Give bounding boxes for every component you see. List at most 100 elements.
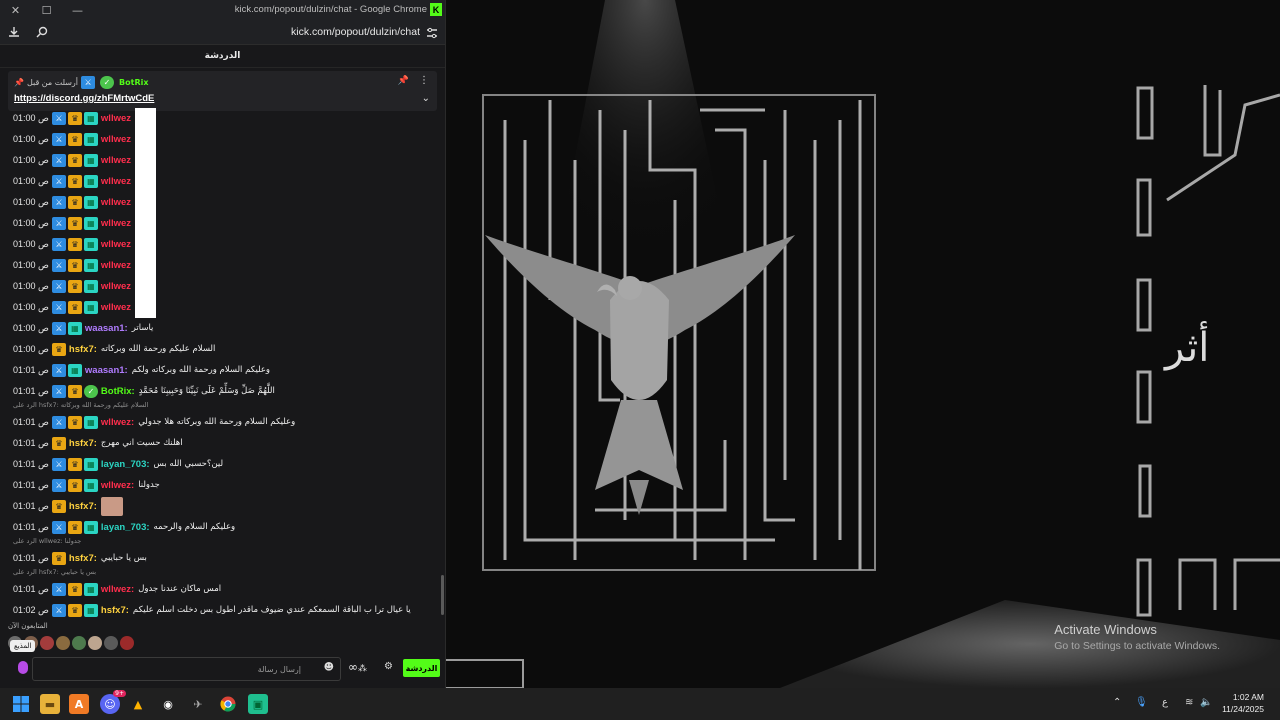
message-username[interactable]: wllwez:: [101, 584, 134, 595]
message-username[interactable]: wllwez: [101, 239, 131, 250]
volume-button[interactable]: 🔈: [1200, 697, 1212, 708]
chat-message[interactable]: 01:01 ص ⚔ ♛ ▦ wllwez: وعليكم السلام ورحمة الل…: [13, 412, 295, 432]
message-username[interactable]: waasan1:: [85, 365, 128, 376]
microphone-icon[interactable]: [18, 661, 28, 674]
maximize-window-button[interactable]: ☐: [31, 0, 62, 20]
message-username[interactable]: wllwez: [101, 218, 131, 229]
chat-message[interactable]: 01:00 ص ⚔ ♛ ▦ wllwez: [13, 276, 131, 296]
chat-message[interactable]: 01:01 ص ⚔ ▦ waasan1: وعليكم السلام ورحمة الل…: [13, 360, 270, 380]
reply-reference[interactable]: الرد على wllwez: جدولنا: [13, 537, 81, 547]
message-username[interactable]: hsfx7:: [69, 438, 97, 449]
kick-points-button[interactable]: ∞⁂: [348, 660, 367, 674]
unpin-button[interactable]: 📌: [398, 76, 409, 86]
message-username[interactable]: wllwez: [101, 302, 131, 313]
app-green-button[interactable]: ▣: [248, 694, 268, 714]
obs-button[interactable]: ◉: [158, 694, 178, 714]
subscriber-badge-icon: ▦: [83, 279, 98, 293]
chat-message-input[interactable]: [39, 661, 303, 677]
message-username[interactable]: hsfx7:: [69, 553, 97, 564]
chat-message[interactable]: 01:00 ص ⚔ ♛ ▦ wllwez: [13, 192, 131, 212]
minimize-window-button[interactable]: —: [62, 0, 93, 20]
send-chat-button[interactable]: الدردشة: [403, 659, 440, 677]
smiley-icon: ☻: [323, 662, 334, 673]
chat-message[interactable]: 01:01 ص ♛ hsfx7: بس يا حبايبي: [13, 548, 147, 568]
download-button[interactable]: [0, 20, 28, 44]
chat-message[interactable]: 01:00 ص ⚔ ♛ ▦ wllwez: [13, 213, 131, 233]
message-username[interactable]: wllwez: [101, 281, 131, 292]
message-username[interactable]: wllwez:: [101, 480, 134, 491]
chat-message[interactable]: 01:01 ص ⚔ ♛ ▦ layan_703: وعليكم السلام والرحم…: [13, 517, 235, 537]
chat-message[interactable]: 01:01 ص ⚔ ♛ ▦ wllwez: جدولنا: [13, 475, 160, 495]
chat-message[interactable]: 01:00 ص ⚔ ♛ ▦ wllwez: [13, 150, 131, 170]
message-username[interactable]: hsfx7:: [69, 501, 97, 512]
chat-message[interactable]: 01:01 ص ⚔ ♛ ✓ BotRix: اللَّهُمَّ صَلِّ وَسَلِ…: [13, 381, 275, 401]
chat-message[interactable]: 01:00 ص ⚔ ♛ ▦ wllwez: [13, 129, 131, 149]
chat-message[interactable]: 01:00 ص ⚔ ♛ ▦ wllwez: [13, 297, 131, 317]
search-page-button[interactable]: [28, 20, 56, 44]
chat-message[interactable]: 01:00 ص ⚔ ♛ ▦ wllwez: [13, 234, 131, 254]
chat-scrollbar[interactable]: [441, 575, 444, 615]
message-username[interactable]: wllwez: [101, 260, 131, 271]
message-username[interactable]: wllwez: [101, 113, 131, 124]
reply-reference[interactable]: الرد على hsfx7: بس يا حبايبي: [13, 568, 96, 578]
app-icon: ▣: [252, 697, 264, 711]
emoji-button[interactable]: ☻: [324, 662, 334, 673]
chrome-button[interactable]: [218, 694, 238, 714]
wifi-button[interactable]: ≋: [1185, 697, 1193, 708]
chat-message[interactable]: 01:02 ص ⚔ ♛ ▦ hsfx7: يا عيال ترا ب الباقة الس…: [13, 600, 411, 618]
chat-message[interactable]: 01:01 ص ⚔ ♛ ▦ wllwez: امس ماكان عندنا جدول: [13, 579, 221, 599]
system-clock[interactable]: 1:02 AM 11/24/2025: [1222, 692, 1264, 714]
avatar[interactable]: [40, 636, 54, 650]
site-settings-button[interactable]: [425, 25, 439, 44]
valorant-button[interactable]: ▲: [128, 694, 148, 714]
close-window-button[interactable]: ✕: [0, 0, 31, 20]
message-text: بس يا حبايبي: [100, 553, 147, 563]
pinned-author[interactable]: BotRix: [119, 78, 148, 87]
message-username[interactable]: waasan1:: [85, 323, 128, 334]
pinned-more-button[interactable]: ⋮: [419, 75, 429, 86]
message-username[interactable]: wllwez: [101, 197, 131, 208]
moderator-badge-icon: ⚔: [51, 520, 66, 534]
message-text: وعليكم السلام والرحمه: [153, 522, 236, 532]
message-username[interactable]: hsfx7:: [69, 344, 97, 355]
chat-settings-button[interactable]: ⚙: [384, 661, 393, 672]
app-a-button[interactable]: A: [69, 694, 89, 714]
chat-message[interactable]: 01:00 ص ⚔ ♛ ▦ wllwez: [13, 171, 131, 191]
message-username[interactable]: hsfx7:: [101, 605, 129, 616]
avatar[interactable]: [88, 636, 102, 650]
message-username[interactable]: wllwez: [101, 176, 131, 187]
chat-message[interactable]: 01:01 ص ♛ hsfx7:: [13, 496, 123, 516]
app-bird-button[interactable]: ✈: [188, 694, 208, 714]
avatar[interactable]: [104, 636, 118, 650]
mic-tray-button[interactable]: 🎙: [1135, 697, 1148, 708]
message-username[interactable]: wllwez:: [101, 417, 134, 428]
chat-message[interactable]: 01:01 ص ♛ hsfx7: اهلنك حسيت اني مهرج: [13, 433, 183, 453]
chat-message[interactable]: 01:00 ص ♛ hsfx7: السلام عليكم ورحمة الله وب…: [13, 339, 215, 359]
file-explorer-button[interactable]: ▬: [40, 694, 60, 714]
chat-message-list[interactable]: 01:00 ص ⚔ ♛ ▦ wllwez 01:00 ص ⚔ ♛ ▦ wllwez 01:00 ص ⚔…: [0, 108, 440, 618]
pinned-message[interactable]: 📌 أرسلت من قبل ⚔ ✓ BotRix https://discor…: [8, 71, 437, 111]
chat-message[interactable]: 01:00 ص ⚔ ▦ waasan1: ياساتر: [13, 318, 153, 338]
url-text[interactable]: kick.com/popout/dulzin/chat: [291, 26, 420, 38]
chat-message[interactable]: 01:00 ص ⚔ ♛ ▦ wllwez: [13, 108, 131, 128]
message-username[interactable]: layan_703:: [101, 522, 150, 533]
message-username[interactable]: BotRix:: [101, 386, 135, 397]
avatar[interactable]: [56, 636, 70, 650]
avatar[interactable]: [120, 636, 134, 650]
start-button[interactable]: [11, 694, 31, 714]
avatar[interactable]: [72, 636, 86, 650]
reply-reference[interactable]: الرد على hsfx7: السلام عليكم ورحمة الله …: [13, 401, 148, 411]
message-username[interactable]: layan_703:: [101, 459, 150, 470]
language-indicator[interactable]: ع: [1162, 697, 1168, 708]
message-username[interactable]: wllwez: [101, 155, 131, 166]
pinned-discord-link[interactable]: https://discord.gg/zhFMrtwCdE: [14, 93, 154, 104]
chat-message[interactable]: 01:01 ص ⚔ ♛ ▦ layan_703: لين؟حسبي الله بس: [13, 454, 223, 474]
discord-button[interactable]: ☺ 9+: [100, 690, 126, 714]
message-username[interactable]: wllwez: [101, 134, 131, 145]
show-hidden-icons-button[interactable]: ⌃: [1113, 697, 1121, 708]
streamer-tooltip: المذيع: [10, 640, 36, 652]
message-timestamp: 01:00 ص: [13, 301, 49, 312]
pinned-expand-button[interactable]: ⌄: [422, 93, 430, 104]
chat-message[interactable]: 01:00 ص ⚔ ♛ ▦ wllwez: [13, 255, 131, 275]
message-timestamp: 01:01 ص: [13, 364, 49, 375]
